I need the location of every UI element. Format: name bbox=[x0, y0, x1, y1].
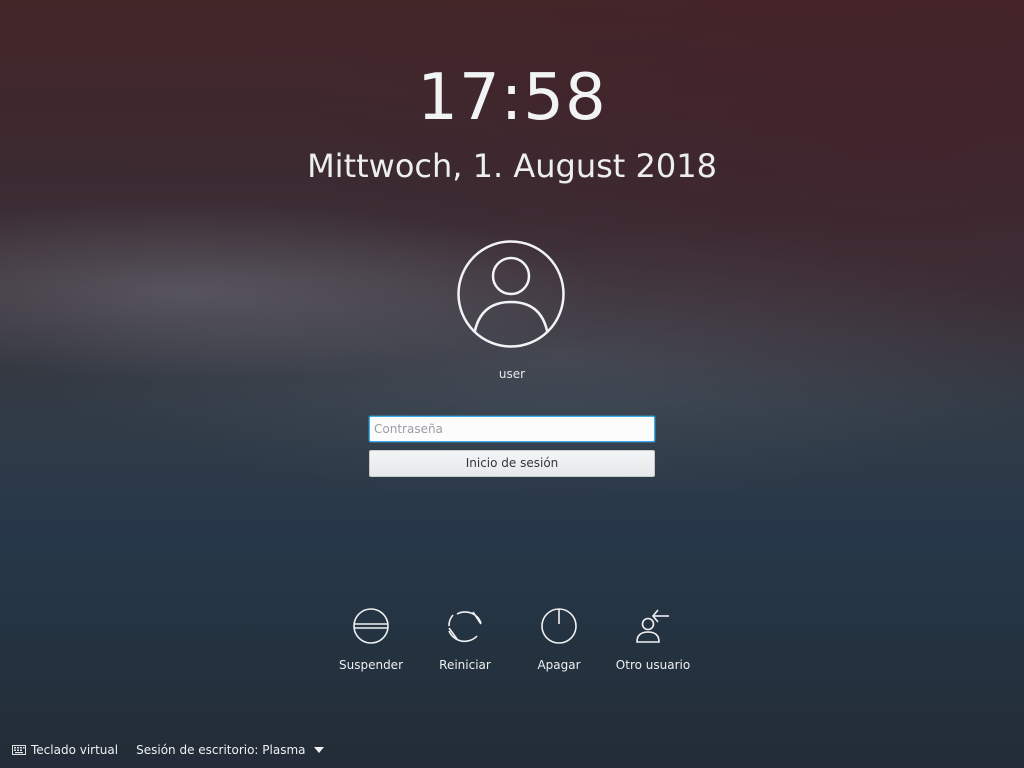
shutdown-label: Apagar bbox=[537, 658, 581, 672]
user-avatar-icon[interactable] bbox=[457, 240, 565, 348]
suspend-icon bbox=[353, 608, 389, 644]
bottom-bar: Teclado virtual Sesión de escritorio: Pl… bbox=[12, 741, 324, 759]
virtual-keyboard-button[interactable]: Teclado virtual bbox=[12, 743, 118, 757]
session-label: Sesión de escritorio: Plasma bbox=[136, 743, 306, 757]
restart-label: Reiniciar bbox=[439, 658, 491, 672]
switch-user-button[interactable]: Otro usuario bbox=[603, 606, 703, 672]
chevron-down-icon bbox=[313, 747, 324, 753]
restart-button[interactable]: Reiniciar bbox=[415, 606, 515, 672]
login-button[interactable]: Inicio de sesión bbox=[369, 450, 655, 477]
shutdown-button[interactable]: Apagar bbox=[509, 606, 609, 672]
username-label: user bbox=[498, 367, 526, 381]
session-selector[interactable]: Sesión de escritorio: Plasma bbox=[136, 743, 324, 757]
switch-user-icon bbox=[636, 609, 669, 643]
suspend-label: Suspender bbox=[338, 658, 403, 672]
virtual-keyboard-label: Teclado virtual bbox=[31, 743, 119, 757]
clock-date: Mittwoch, 1. August 2018 bbox=[307, 147, 717, 185]
suspend-button[interactable]: Suspender bbox=[321, 606, 421, 672]
password-input[interactable] bbox=[369, 416, 655, 442]
keyboard-icon bbox=[12, 745, 26, 755]
switch-user-label: Otro usuario bbox=[615, 658, 691, 672]
restart-icon bbox=[448, 611, 482, 643]
power-icon bbox=[541, 608, 577, 644]
clock-time: 17:58 bbox=[417, 61, 607, 135]
